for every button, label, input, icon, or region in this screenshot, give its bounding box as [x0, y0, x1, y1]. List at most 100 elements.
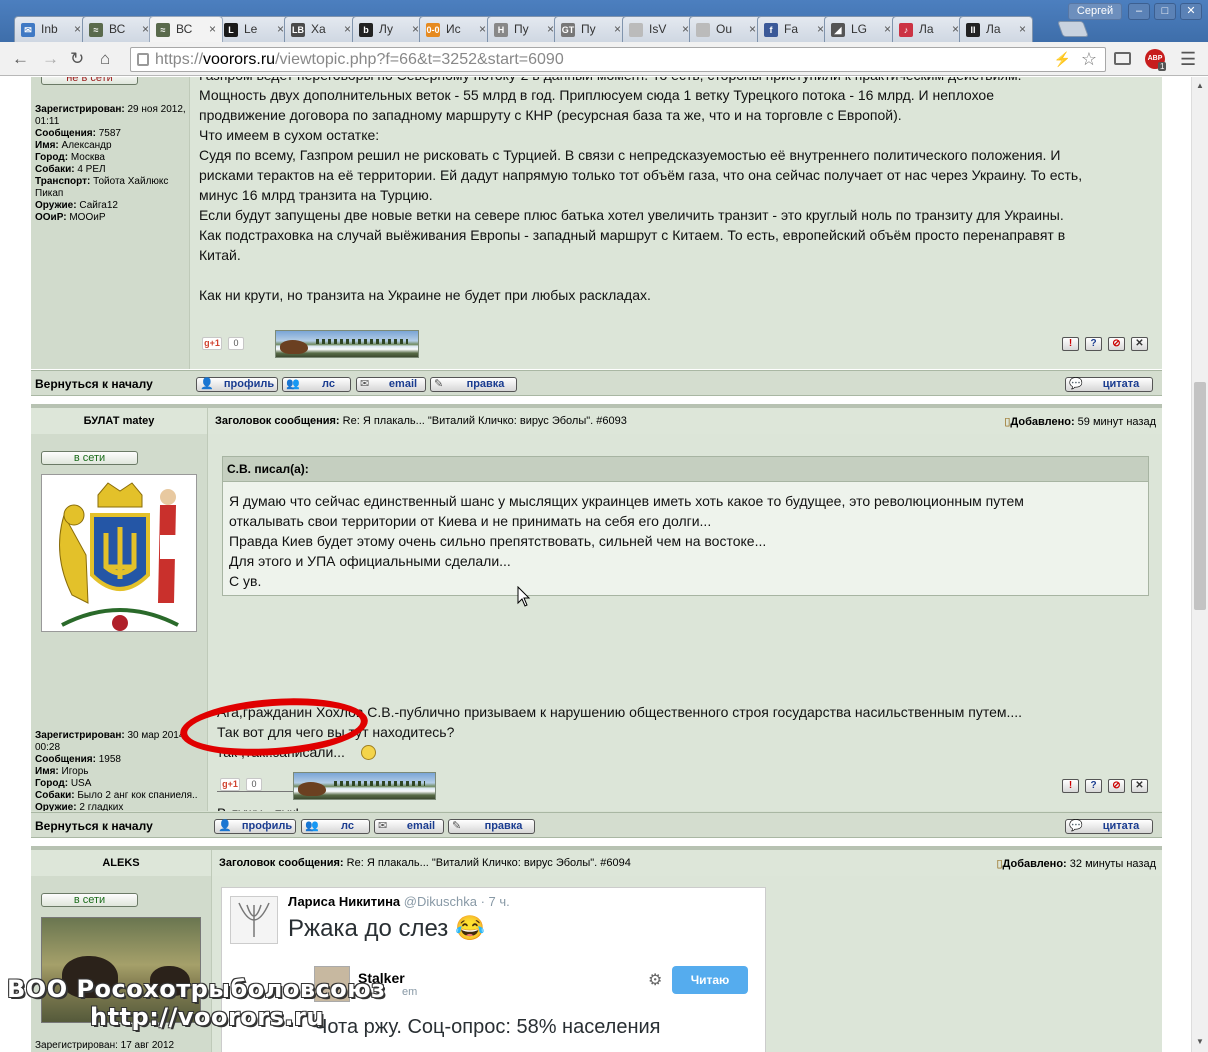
text-line: Что имеем в сухом остатке: — [199, 127, 380, 143]
delete-icon[interactable]: ✕ — [1131, 779, 1148, 793]
browser-tab[interactable]: ≈ ВС × — [149, 16, 223, 42]
browser-tab[interactable]: ♪ Ла × — [892, 16, 966, 42]
browser-tab[interactable]: LB Ха × — [284, 16, 358, 42]
scrollbar-thumb[interactable] — [1194, 382, 1206, 610]
back-to-top-link[interactable]: Вернуться к началу — [35, 377, 153, 391]
pm-button[interactable]: 👥 лс — [282, 377, 351, 392]
delete-icon[interactable]: ✕ — [1131, 337, 1148, 351]
quote-button[interactable]: 💬 цитата — [1065, 819, 1153, 834]
reload-icon[interactable]: ↻ — [70, 50, 84, 68]
browser-tab[interactable]: GT Пу × — [554, 16, 628, 42]
pencil-icon: ✎ — [452, 820, 462, 832]
status-badge: в сети — [41, 451, 138, 465]
cast-icon[interactable] — [1114, 52, 1131, 65]
tab-close-icon[interactable]: × — [277, 22, 284, 36]
minimize-icon[interactable]: – — [1128, 3, 1150, 20]
pm-button[interactable]: 👥 лс — [301, 819, 370, 834]
page-info-icon[interactable] — [137, 53, 149, 66]
tab-close-icon[interactable]: × — [749, 22, 756, 36]
tab-close-icon[interactable]: × — [952, 22, 959, 36]
info-icon[interactable]: ? — [1085, 779, 1102, 793]
profile-field: Город: USA — [35, 778, 205, 790]
tab-favicon-icon: ≈ — [156, 23, 170, 37]
quote-button[interactable]: 💬 цитата — [1065, 377, 1153, 392]
profile-field: ООиР: МООиР — [35, 212, 187, 224]
profile-field-label: Город: — [35, 152, 69, 163]
edit-button[interactable]: ✎ правка — [448, 819, 535, 834]
report-icon[interactable]: ! — [1062, 779, 1079, 793]
url-path: /viewtopic.php?f=66&t=3252&start=6090 — [275, 51, 564, 68]
browser-tab[interactable]: f Fa × — [757, 16, 831, 42]
tab-close-icon[interactable]: × — [74, 22, 81, 36]
tab-close-icon[interactable]: × — [547, 22, 554, 36]
close-window-icon[interactable]: ✕ — [1180, 3, 1202, 20]
profile-user-button[interactable]: Сергей — [1068, 3, 1122, 20]
subject-text: Re: Я плакаль... "Виталий Кличко: вирус … — [343, 857, 631, 869]
gplus-button[interactable]: g+1 — [202, 337, 222, 350]
warn-icon[interactable]: ⊘ — [1108, 337, 1125, 351]
report-icon[interactable]: ! — [1062, 337, 1079, 351]
browser-tab[interactable]: IsV × — [622, 16, 696, 42]
back-arrow-icon[interactable]: ← — [12, 50, 29, 68]
browser-tabstrip: ✉ Inb × ≈ ВС × ≈ ВС × L Le × LB Ха × b Лу × 0-0 Ис × H Пу × GT Пу… — [0, 0, 1208, 42]
page-scrollbar[interactable]: ▲ ▼ — [1191, 77, 1208, 1052]
tab-close-icon[interactable]: × — [884, 22, 891, 36]
browser-tab[interactable]: b Лу × — [352, 16, 426, 42]
tab-favicon-icon: ♪ — [899, 23, 913, 37]
email-button[interactable]: ✉ email — [374, 819, 444, 834]
browser-tab[interactable]: ✉ Inb × — [14, 16, 88, 42]
info-icon[interactable]: ? — [1085, 337, 1102, 351]
tab-close-icon[interactable]: × — [1019, 22, 1026, 36]
bookmark-star-icon[interactable]: ☆ — [1081, 48, 1097, 71]
scroll-up-icon[interactable]: ▲ — [1196, 81, 1204, 90]
tab-close-icon[interactable]: × — [209, 22, 216, 36]
maximize-icon[interactable]: □ — [1154, 3, 1176, 20]
scroll-down-icon[interactable]: ▼ — [1196, 1037, 1204, 1046]
text-line: Китай. — [199, 247, 241, 263]
tab-close-icon[interactable]: × — [479, 22, 486, 36]
warn-icon[interactable]: ⊘ — [1108, 779, 1125, 793]
chrome-menu-icon[interactable]: ☰ — [1180, 49, 1196, 70]
gplus-count: 0 — [246, 778, 262, 791]
browser-tab[interactable]: ≈ ВС × — [82, 16, 156, 42]
browser-tab[interactable]: II Ла × — [959, 16, 1033, 42]
post-3-body: Лариса Никитина @Dikuschka · 7 ч. Ржака … — [211, 876, 1162, 1052]
home-icon[interactable]: ⌂ — [100, 50, 110, 68]
gplus-button[interactable]: g+1 — [220, 778, 240, 791]
tab-close-icon[interactable]: × — [344, 22, 351, 36]
browser-tab[interactable]: 0-0 Ис × — [419, 16, 493, 42]
address-bar[interactable]: https://voorors.ru/viewtopic.php?f=66&t=… — [130, 47, 1106, 72]
post-1-author-col: не в сети Зарегистрирован: 29 ноя 2012, … — [31, 77, 189, 369]
lightning-icon[interactable]: ⚡ — [1054, 48, 1071, 71]
browser-tab[interactable]: H Пу × — [487, 16, 561, 42]
tab-close-icon[interactable]: × — [614, 22, 621, 36]
profile-field-label: Зарегистрирован: — [35, 730, 125, 741]
email-button[interactable]: ✉ email — [356, 377, 426, 392]
tab-close-icon[interactable]: × — [412, 22, 419, 36]
profile-field-label: Город: — [35, 778, 69, 789]
post-author-name[interactable]: БУЛАТ matey — [31, 415, 207, 427]
tab-close-icon[interactable]: × — [682, 22, 689, 36]
quote-button-label: цитата — [1102, 378, 1140, 390]
browser-tab[interactable]: L Le × — [217, 16, 291, 42]
post-2-nav-row: Вернуться к началу 👤 профиль 👥 лс ✉ email ✎… — [31, 812, 1162, 838]
forward-arrow-icon[interactable]: → — [42, 50, 59, 68]
profile-button[interactable]: 👤 профиль — [196, 377, 278, 392]
tab-close-icon[interactable]: × — [817, 22, 824, 36]
gplus-count: 0 — [228, 337, 244, 350]
tab-close-icon[interactable]: × — [142, 22, 149, 36]
profile-field-value: 4 РЕЛ — [74, 164, 106, 175]
profile-button[interactable]: 👤 профиль — [214, 819, 296, 834]
profile-field-value: Игорь — [58, 766, 89, 777]
profile-field-label: Транспорт: — [35, 176, 91, 187]
profile-field-value: Александр — [58, 140, 112, 151]
browser-tab[interactable]: ◢ LG × — [824, 16, 898, 42]
edit-button[interactable]: ✎ правка — [430, 377, 517, 392]
new-tab-button[interactable] — [1057, 21, 1089, 37]
browser-tab[interactable]: Ou × — [689, 16, 763, 42]
profile-field-label: ООиР: — [35, 212, 67, 223]
subject-text: Re: Я плакаль... "Виталий Кличко: вирус … — [339, 415, 627, 427]
back-to-top-link[interactable]: Вернуться к началу — [35, 819, 153, 833]
pm-button-label: лс — [322, 378, 335, 390]
post-author-name[interactable]: ALEKS — [31, 857, 211, 869]
